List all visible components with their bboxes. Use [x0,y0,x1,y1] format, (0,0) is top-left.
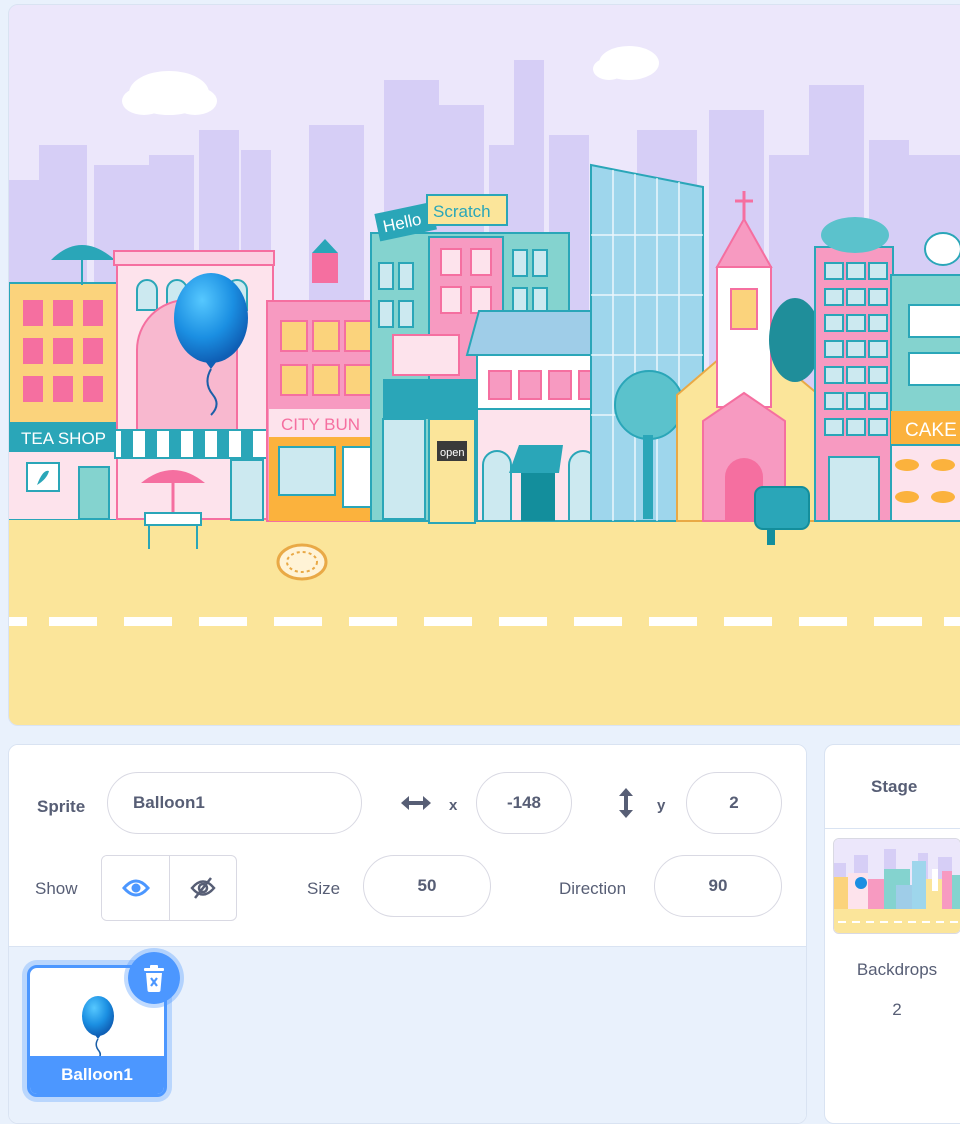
scratch-sign: Scratch [433,202,491,221]
backdrops-label: Backdrops [856,960,938,979]
y-position-icon [619,788,633,818]
eye-slash-icon [190,877,216,899]
show-visible-button[interactable] [102,856,169,920]
balloon-thumbnail [82,996,114,1060]
sprite-name-input[interactable]: Balloon1 [107,772,362,834]
stage-selector-panel[interactable]: Stage Backdrops 2 [824,744,960,1124]
city-bun-sign: CITY BUN [281,415,360,434]
direction-input[interactable]: 90 [654,855,782,917]
cake-sign: CAKE [905,420,957,441]
trash-icon [144,965,164,992]
sprite-info-panel: Sprite Balloon1 x -148 y 2 Show Size 50 … [9,745,806,947]
city-backdrop: TEA SHOP CITY BUN Hello Scratch open CAK… [9,5,960,725]
sprite-label: Sprite [37,797,86,816]
size-input[interactable]: 50 [363,855,491,917]
show-hidden-button[interactable] [169,856,236,920]
delete-sprite-button[interactable] [124,948,184,1008]
open-sign: open [440,447,464,459]
y-label: y [657,797,666,814]
direction-label: Direction [559,879,627,898]
sprite-tile-name: Balloon1 [30,1056,164,1094]
x-label: x [449,797,458,814]
sprite-pane: Sprite Balloon1 x -148 y 2 Show Size 50 … [8,744,807,1124]
x-position-icon [401,796,431,810]
stage-backdrop-thumbnail[interactable] [833,838,960,934]
y-input[interactable]: 2 [686,772,782,834]
size-label: Size [307,879,341,898]
stage-panel-title: Stage [825,745,960,829]
backdrop-thumbnail-image [834,839,960,933]
backdrops-count: 2 [892,1000,902,1019]
tea-shop-sign: TEA SHOP [21,429,106,448]
eye-icon [121,879,150,897]
show-label: Show [35,879,78,898]
stage-canvas[interactable]: TEA SHOP CITY BUN Hello Scratch open CAK… [8,4,960,726]
show-toggle-group [101,855,237,921]
x-input[interactable]: -148 [476,772,572,834]
